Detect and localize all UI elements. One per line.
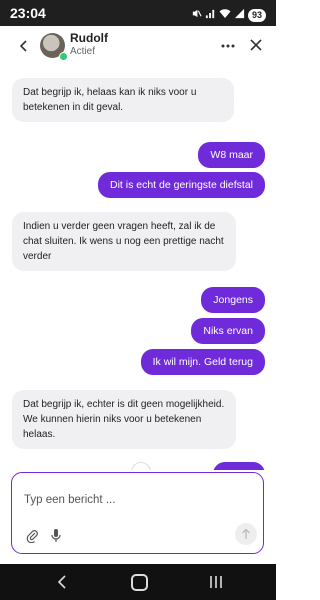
scroll-down-button[interactable] bbox=[131, 462, 151, 470]
message-user: Jongens bbox=[201, 287, 265, 313]
send-arrow-icon bbox=[242, 528, 250, 539]
paperclip-icon bbox=[26, 530, 38, 544]
message-agent: Indien u verder geen vragen heeft, zal i… bbox=[12, 212, 236, 271]
nav-home-button[interactable] bbox=[131, 574, 148, 591]
chat-header: Rudolf Actief bbox=[0, 26, 276, 66]
system-navigation-bar bbox=[0, 564, 276, 600]
message-composer bbox=[11, 472, 264, 554]
more-button[interactable] bbox=[220, 36, 236, 61]
back-button[interactable] bbox=[14, 36, 34, 56]
chevron-down-icon bbox=[136, 467, 146, 470]
message-agent: Dat begrijp ik, helaas kan ik niks voor … bbox=[12, 78, 234, 122]
signal-icon bbox=[205, 6, 216, 24]
online-indicator bbox=[59, 52, 68, 61]
status-icons: 93 bbox=[191, 6, 266, 24]
contact-name: Rudolf bbox=[70, 31, 108, 45]
message-user: Niks ervan bbox=[191, 318, 265, 344]
status-bar: 23:04 93 bbox=[0, 0, 276, 26]
chat-messages[interactable]: Dat begrijp ik, helaas kan ik niks voor … bbox=[0, 66, 276, 470]
contact-status: Actief bbox=[70, 46, 96, 57]
wifi-icon bbox=[219, 6, 231, 24]
close-icon bbox=[250, 39, 262, 51]
message-user: W8 maar bbox=[198, 142, 265, 168]
message-input[interactable] bbox=[24, 494, 224, 506]
microphone-icon bbox=[51, 529, 61, 542]
message-user: Dit is echt de geringste diefstal bbox=[98, 172, 265, 198]
battery-badge: 93 bbox=[247, 8, 266, 22]
nav-back-button[interactable] bbox=[55, 573, 71, 591]
close-button[interactable] bbox=[247, 35, 265, 60]
more-icon bbox=[221, 44, 235, 48]
back-arrow-icon bbox=[19, 40, 27, 52]
microphone-button[interactable] bbox=[50, 528, 62, 543]
message-user: Ik wil mijn. Geld terug bbox=[140, 349, 265, 375]
status-time: 23:04 bbox=[10, 5, 46, 21]
nav-back-icon bbox=[57, 575, 66, 589]
message-agent: Dat begrijp ik, echter is dit geen mogel… bbox=[12, 390, 236, 449]
message-user-partial bbox=[213, 462, 265, 470]
mute-icon bbox=[191, 6, 202, 24]
recent-apps-icon bbox=[210, 576, 222, 588]
send-button[interactable] bbox=[235, 523, 257, 545]
signal-icon-2 bbox=[234, 6, 245, 24]
attach-button[interactable] bbox=[26, 529, 40, 544]
nav-recent-apps-button[interactable] bbox=[208, 575, 224, 589]
